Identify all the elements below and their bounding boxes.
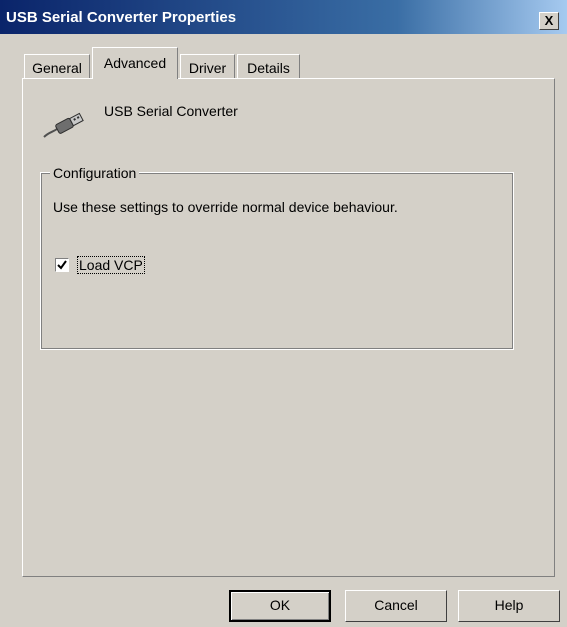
tab-general[interactable]: General [24, 54, 90, 78]
title-bar[interactable]: USB Serial Converter Properties X [0, 0, 567, 34]
help-button[interactable]: Help [458, 590, 560, 622]
cancel-button[interactable]: Cancel [345, 590, 447, 622]
advanced-tab-panel [22, 78, 555, 577]
tab-advanced[interactable]: Advanced [92, 47, 178, 79]
window-title: USB Serial Converter Properties [6, 9, 237, 26]
close-icon: X [544, 13, 554, 28]
close-button[interactable]: X [539, 12, 559, 30]
tab-driver[interactable]: Driver [180, 54, 235, 78]
tab-details[interactable]: Details [237, 54, 300, 78]
ok-button[interactable]: OK [229, 590, 331, 622]
properties-dialog: USB Serial Converter Properties X Genera… [0, 0, 567, 627]
